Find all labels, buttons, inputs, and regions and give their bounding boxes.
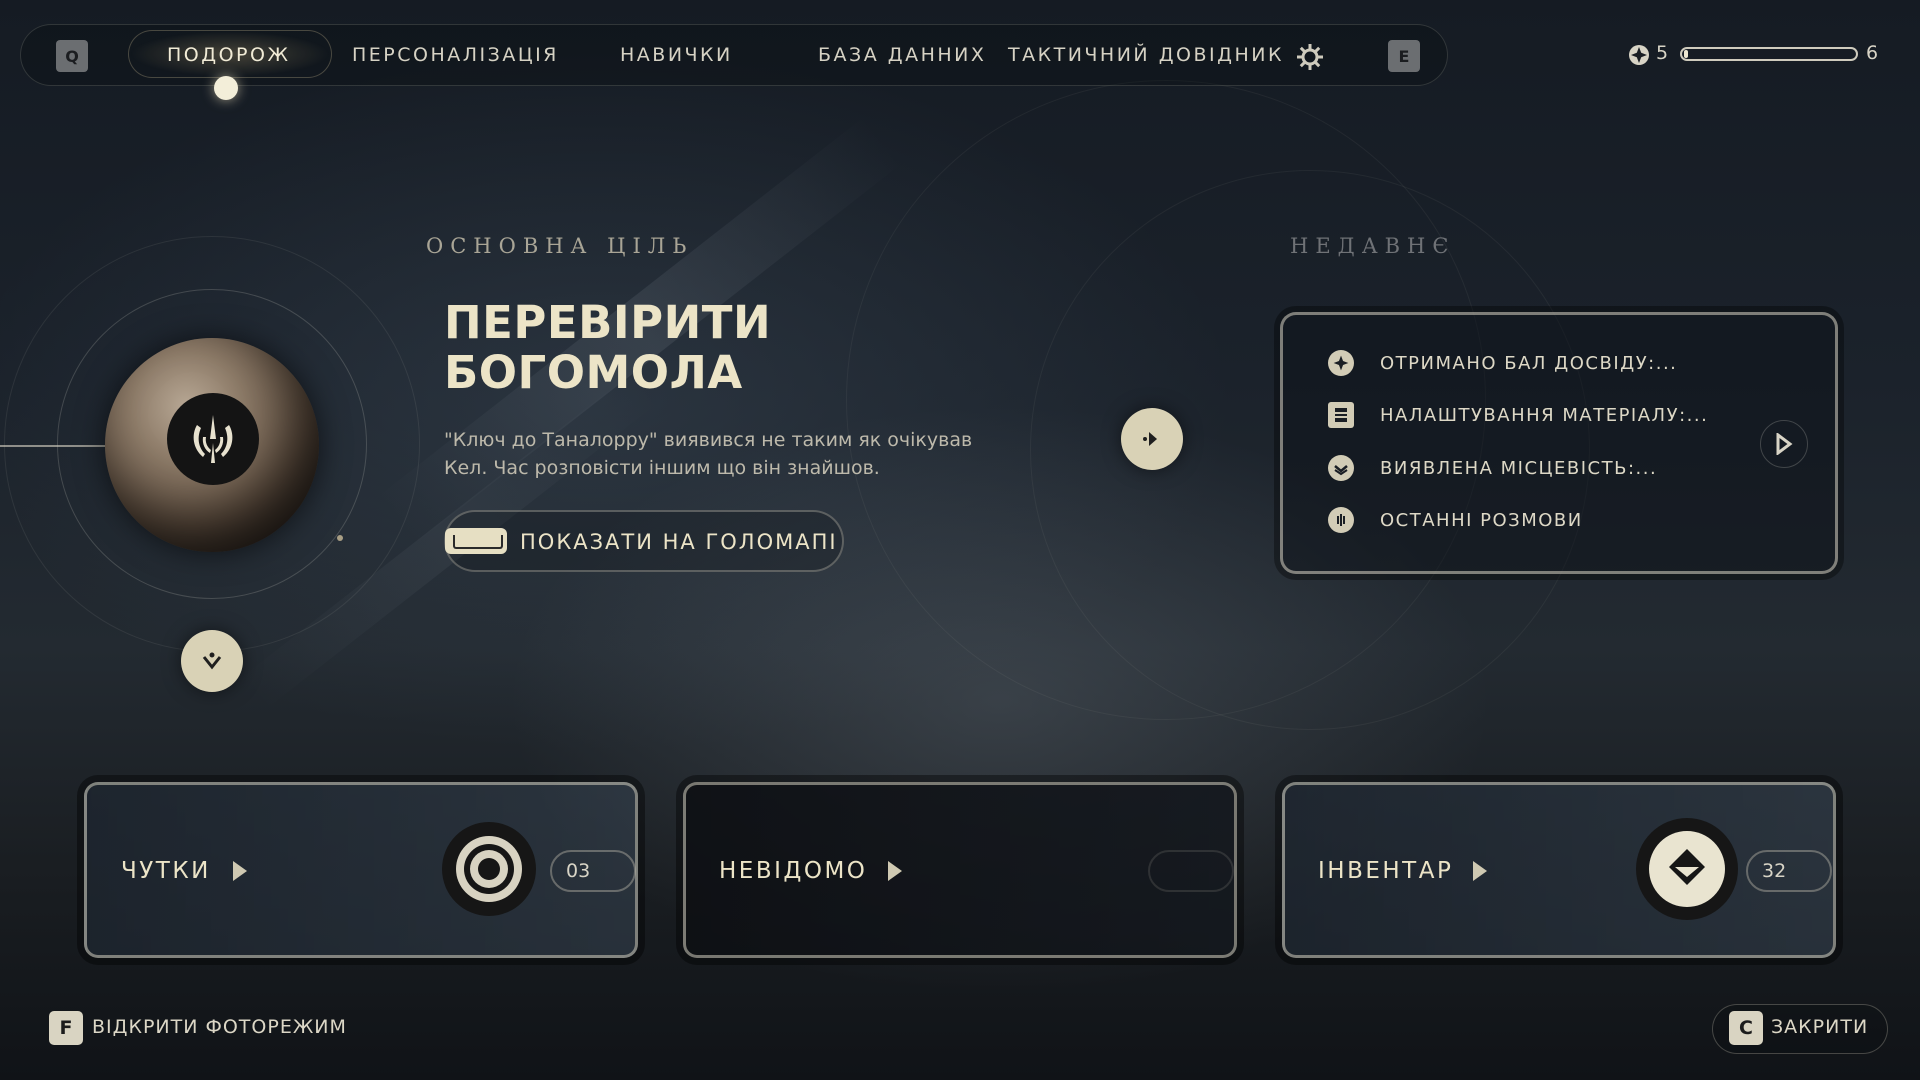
rumors-icon	[442, 822, 536, 916]
objective-title: ПЕРЕВІРИТИ БОГОМОЛА	[444, 296, 772, 399]
tab-databank[interactable]: БАЗА ДАННИХ	[818, 44, 986, 66]
orbit-connector-line	[0, 445, 116, 447]
next-objective-button[interactable]	[1121, 408, 1183, 470]
conversation-icon	[1328, 507, 1354, 533]
recent-item-label: ОСТАННІ РОЗМОВИ	[1380, 509, 1583, 531]
show-on-holomap-label: ПОКАЗАТИ НА ГОЛОМАПІ	[520, 530, 838, 554]
close-key[interactable]: C	[1729, 1011, 1763, 1045]
recent-item-label: ВИЯВЛЕНА МІСЦЕВІСТЬ:...	[1380, 457, 1658, 479]
skill-point-icon	[1328, 350, 1354, 376]
xp-current-level: 5	[1656, 42, 1669, 64]
material-icon	[1328, 402, 1354, 428]
chevron-right-icon	[233, 861, 247, 881]
recent-item[interactable]: НАЛАШТУВАННЯ МАТЕРІАЛУ:...	[1328, 401, 1708, 429]
recent-label: НЕДАВНЄ	[1290, 234, 1456, 258]
recent-item-label: ОТРИМАНО БАЛ ДОСВІДУ:...	[1380, 352, 1678, 374]
unknown-card-label: НЕВІДОМО	[719, 858, 868, 884]
photo-mode-key[interactable]: F	[49, 1011, 83, 1045]
recent-item[interactable]: ВИЯВЛЕНА МІСЦЕВІСТЬ:...	[1328, 454, 1657, 482]
active-tab-indicator	[214, 76, 238, 100]
recent-item[interactable]: ОСТАННІ РОЗМОВИ	[1328, 506, 1583, 534]
gear-icon[interactable]	[1295, 42, 1325, 72]
photo-mode-label[interactable]: ВІДКРИТИ ФОТОРЕЖИМ	[92, 1016, 347, 1038]
inventory-card-label: ІНВЕНТАР	[1318, 858, 1454, 884]
objective-description: "Ключ до Таналорру" виявився не таким як…	[444, 429, 973, 479]
previous-tab-key[interactable]: Q	[56, 40, 88, 72]
jedi-order-icon	[167, 393, 259, 485]
inventory-count: 32	[1746, 850, 1832, 892]
xp-progress-bar	[1680, 47, 1858, 61]
tab-skills[interactable]: НАВИЧКИ	[620, 44, 733, 66]
orbit-moon	[337, 535, 343, 541]
rumors-count: 03	[550, 850, 636, 892]
recent-item[interactable]: ОТРИМАНО БАЛ ДОСВІДУ:...	[1328, 349, 1677, 377]
xp-progress-fill	[1684, 50, 1688, 58]
next-tab-key[interactable]: E	[1388, 40, 1420, 72]
chevron-right-icon	[888, 861, 902, 881]
recent-item-label: НАЛАШТУВАННЯ МАТЕРІАЛУ:...	[1380, 404, 1709, 426]
skill-point-icon	[1628, 44, 1650, 66]
inventory-icon	[1636, 818, 1738, 920]
recent-next-arrow-icon[interactable]	[1760, 420, 1808, 468]
tab-customization[interactable]: ПЕРСОНАЛІЗАЦІЯ	[352, 44, 559, 66]
chevron-right-icon	[1473, 861, 1487, 881]
unknown-count	[1148, 850, 1234, 892]
rumors-card-label: ЧУТКИ	[121, 858, 211, 884]
scroll-down-button[interactable]	[181, 630, 243, 692]
tab-tactical-guide[interactable]: ТАКТИЧНИЙ ДОВІДНИК	[1008, 44, 1284, 66]
tab-journey[interactable]: ПОДОРОЖ	[167, 44, 290, 66]
close-label[interactable]: ЗАКРИТИ	[1771, 1016, 1868, 1038]
location-icon	[1328, 455, 1354, 481]
xp-next-level: 6	[1866, 42, 1879, 64]
main-objective-label: ОСНОВНА ЦІЛЬ	[426, 234, 694, 258]
spacebar-key-icon	[445, 528, 507, 554]
